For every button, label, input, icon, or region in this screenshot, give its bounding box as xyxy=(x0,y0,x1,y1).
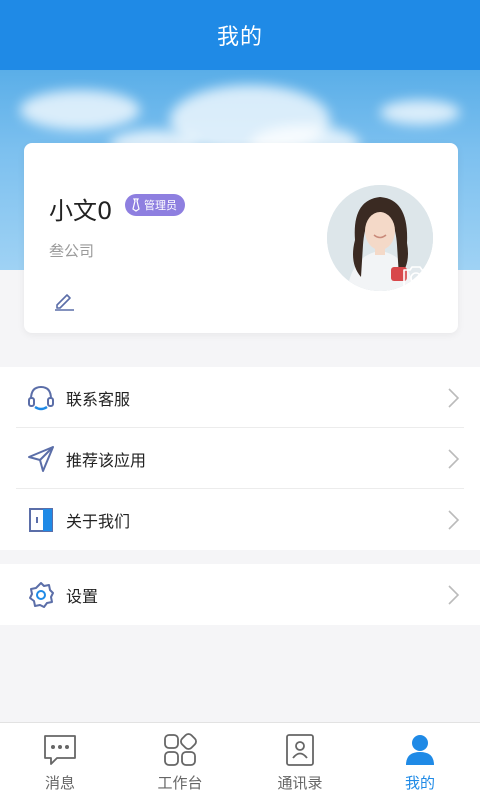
bottom-tab-bar: 消息 工作台 通讯录 我的 xyxy=(0,722,480,800)
gear-icon xyxy=(29,582,54,608)
menu-item-about-us[interactable]: 关于我们 xyxy=(0,489,480,550)
chevron-right-icon xyxy=(448,585,460,605)
role-badge-label: 管理员 xyxy=(144,199,177,212)
tab-contacts[interactable]: 通讯录 xyxy=(240,723,360,800)
workbench-icon xyxy=(164,733,197,766)
page-title: 我的 xyxy=(216,25,263,50)
headset-icon xyxy=(28,385,54,411)
chevron-right-icon xyxy=(448,388,460,408)
menu-item-recommend-app[interactable]: 推荐该应用 xyxy=(0,428,480,489)
company-name: 叁公司 xyxy=(49,242,95,260)
send-arrow-icon xyxy=(28,446,54,472)
role-badge: 管理员 xyxy=(125,194,185,216)
tie-icon xyxy=(132,198,140,212)
tab-label: 通讯录 xyxy=(277,774,323,792)
chevron-right-icon xyxy=(448,449,460,469)
edit-icon[interactable] xyxy=(52,288,76,312)
tab-label: 工作台 xyxy=(157,774,203,792)
menu-item-label: 设置 xyxy=(66,586,99,606)
person-icon xyxy=(406,735,434,765)
menu-item-customer-service[interactable]: 联系客服 xyxy=(0,367,480,428)
profile-card: 小文0 管理员 叁公司 xyxy=(24,143,458,333)
tab-label: 我的 xyxy=(404,774,435,792)
tab-label: 消息 xyxy=(44,774,75,792)
menu-item-label: 关于我们 xyxy=(66,511,131,531)
info-door-icon xyxy=(29,508,53,532)
chevron-right-icon xyxy=(448,510,460,530)
tab-workbench[interactable]: 工作台 xyxy=(120,723,240,800)
tab-messages[interactable]: 消息 xyxy=(0,723,120,800)
menu-group-main: 联系客服 推荐该应用 关于我们 xyxy=(0,367,480,550)
camera-icon[interactable] xyxy=(401,263,431,289)
menu-item-settings[interactable]: 设置 xyxy=(0,564,480,625)
menu-item-label: 推荐该应用 xyxy=(66,450,147,470)
menu-group-settings: 设置 xyxy=(0,564,480,625)
user-name: 小文0 xyxy=(49,197,113,225)
message-icon xyxy=(44,735,76,765)
menu-item-label: 联系客服 xyxy=(66,389,131,409)
tab-mine[interactable]: 我的 xyxy=(360,723,480,800)
title-bar: 我的 xyxy=(0,0,480,70)
contacts-icon xyxy=(286,734,314,766)
